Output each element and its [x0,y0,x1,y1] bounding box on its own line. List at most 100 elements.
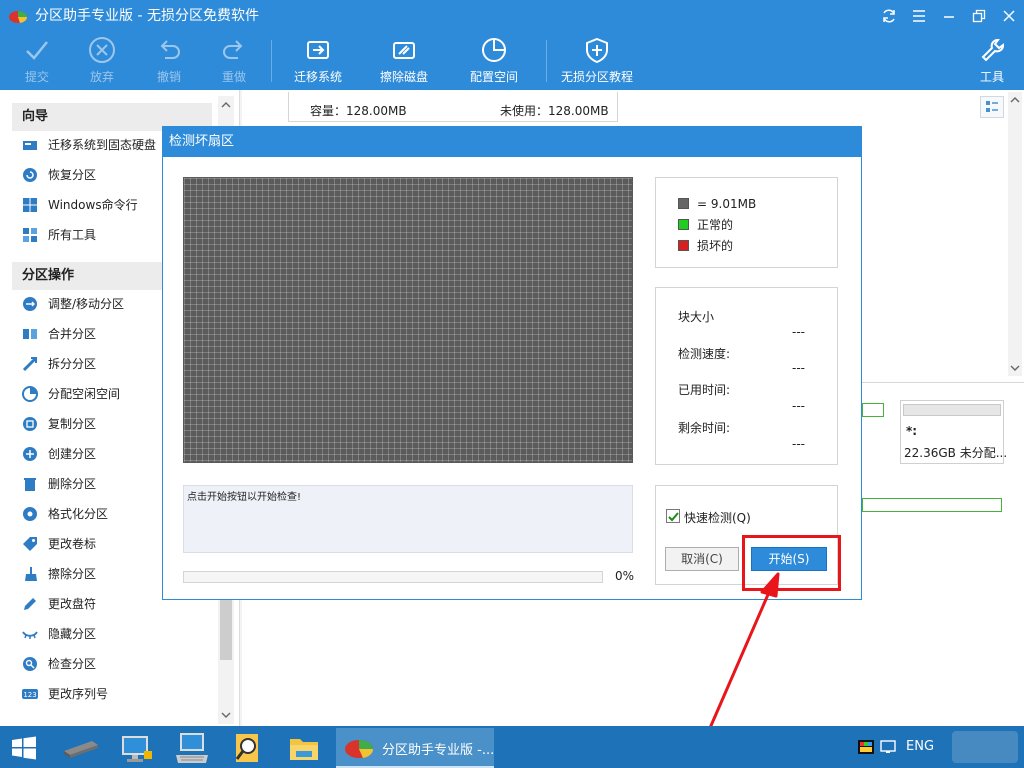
partition-block[interactable] [862,498,1002,512]
tray-clock-area[interactable] [952,731,1018,763]
sidebar-item-label: 合并分区 [48,327,97,341]
check-icon [26,41,48,60]
commit-label: 提交 [24,70,49,84]
allocate-label: 配置空间 [469,70,518,84]
cancel-button[interactable]: 取消(C) [665,547,739,571]
network-pc-icon [122,736,152,762]
undo-label: 撤销 [156,70,181,84]
partition-block[interactable] [862,403,884,417]
sidebar-item-label: Windows命令行 [48,198,138,212]
tools-button[interactable]: 工具 [957,36,1024,88]
disk-migrate-icon [23,140,37,150]
start-button[interactable] [2,729,46,767]
pie-icon [22,385,38,402]
close-button[interactable] [996,4,1022,28]
tutorial-button[interactable]: 无损分区教程 [555,36,639,88]
legend-block-size: = 9.01MB [678,195,756,213]
allocate-icon [482,38,506,62]
language-indicator[interactable]: ENG [906,739,934,754]
legend-label: = 9.01MB [697,197,757,211]
sidebar-item-serial[interactable]: 123 更改序列号 [22,679,212,709]
view-toggle-button[interactable] [980,96,1004,118]
taskbar-pinned-app[interactable] [58,729,102,767]
format-icon [23,506,37,521]
sidebar-item-label: 更改序列号 [48,687,109,701]
sidebar-item-label: 所有工具 [48,228,97,242]
legend-normal: 正常的 [678,216,733,234]
wipe-disk-button[interactable]: 擦除磁盘 [369,36,439,88]
sidebar-item-label: 创建分区 [48,447,97,461]
taskbar-pinned-app[interactable] [114,729,158,767]
main-scrollbar[interactable] [1008,92,1022,376]
bad-sector-dialog: 检测坏扇区 = 9.01MB 正常的 损坏的 块大小 --- 检测速度: ---… [162,126,862,600]
menu-button[interactable] [906,4,932,28]
scroll-up-icon [221,102,231,108]
allocate-space-button[interactable]: 配置空间 [459,36,529,88]
discard-label: 放弃 [89,70,114,84]
minimize-button[interactable] [936,4,962,28]
scroll-down-icon [1010,365,1020,371]
sidebar-item-check[interactable]: 检查分区 [22,649,212,679]
taskbar-pinned-app[interactable] [282,729,326,767]
restore-icon [972,9,986,23]
sidebar-item-label: 更改盘符 [48,597,97,611]
tray-display-icon[interactable] [880,740,896,754]
sidebar-item-hide[interactable]: 隐藏分区 [22,619,212,649]
taskbar-pinned-app[interactable] [226,729,270,767]
refresh-icon [883,9,895,23]
taskbar-active-app-label: 分区助手专业版 -... [382,743,495,758]
legend-label: 正常的 [697,218,734,232]
folder-icon [290,739,318,760]
sidebar-item-label: 迁移系统到固态硬盘 [48,138,157,152]
sidebar-item-label: 调整/移动分区 [48,297,125,311]
undo-icon [160,40,180,59]
discard-button[interactable]: 放弃 [67,36,137,88]
sidebar-item-label: 分配空闲空间 [48,387,121,401]
sidebar-item-label: 检查分区 [48,657,97,671]
legend-swatch-red [678,240,689,251]
checkmark-icon [668,512,679,522]
trash-icon [24,477,36,491]
scroll-up-icon [1010,97,1020,103]
sidebar-scroll-thumb[interactable] [220,600,232,660]
sidebar-item-label: 复制分区 [48,417,97,431]
tools-label: 工具 [979,70,1004,84]
keyboard-pc-icon [176,733,208,763]
sidebar-item-label: 更改卷标 [48,537,97,551]
legend-panel: = 9.01MB 正常的 损坏的 [655,177,838,268]
quick-check-label[interactable]: 快速检测(Q) [684,509,751,526]
stat-label-block-size: 块大小 [678,310,715,324]
disk-capacity: 容量：128.00MB [310,104,407,118]
migrate-os-button[interactable]: 迁移系统 [283,36,353,88]
recover-icon [23,167,37,182]
restore-button[interactable] [966,4,992,28]
close-icon [1003,10,1015,22]
redo-button[interactable]: 重做 [199,36,269,88]
sidebar-item-label: 删除分区 [48,477,97,491]
tray-app-icon[interactable] [858,740,874,754]
migrate-icon [307,41,329,59]
refresh-button[interactable] [876,4,902,28]
progress-percent: 0% [615,569,635,583]
sidebar-item-label: 擦除分区 [48,567,97,581]
device-manager-icon [64,741,98,758]
redo-icon [223,40,243,59]
menu-icon [913,10,925,22]
legend-swatch-green [678,219,689,230]
copy-icon [23,416,37,431]
tutorial-label: 无损分区教程 [560,70,633,84]
discard-icon [89,37,115,63]
undo-button[interactable]: 撤销 [134,36,204,88]
sidebar-item-label: 恢复分区 [48,168,97,182]
status-message: 点击开始按钮以开始检查! [183,485,633,553]
quick-check-checkbox[interactable] [666,509,680,523]
disk-unused: 未使用：128.00MB [500,104,609,118]
migrate-label: 迁移系统 [293,70,342,84]
commit-button[interactable]: 提交 [2,36,72,88]
stat-label-remaining: 剩余时间: [678,421,731,435]
split-icon [22,356,38,371]
stats-panel: 块大小 --- 检测速度: --- 已用时间: --- 剩余时间: --- [655,287,838,465]
wipe-disk-icon [393,42,415,59]
taskbar-pinned-app[interactable] [170,729,214,767]
broom-icon [25,566,37,581]
